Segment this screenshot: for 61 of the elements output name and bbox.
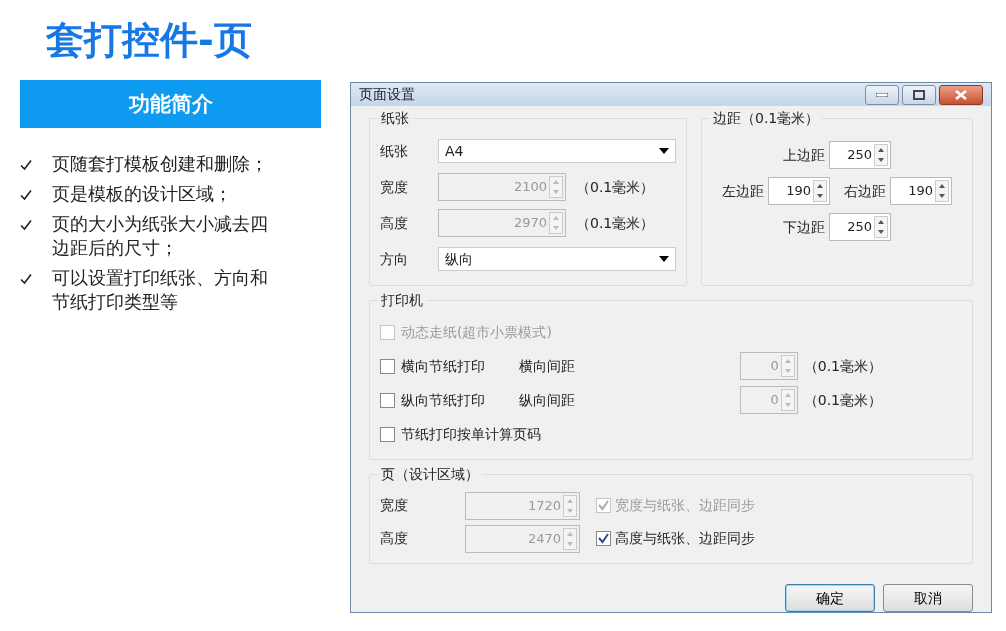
checkbox-label: 高度与纸张、边距同步: [615, 529, 755, 548]
group-title: 页（设计区域）: [378, 465, 482, 483]
checkbox-label: 横向节纸打印: [401, 356, 486, 376]
dropdown[interactable]: A4: [438, 139, 676, 163]
field-label: 高度: [380, 213, 409, 233]
maximize-icon: [913, 89, 925, 100]
field-label: 高度: [380, 529, 409, 548]
field-label: 横向间距: [519, 356, 576, 376]
field-label: 右边距: [844, 181, 886, 201]
slide-title: 套打控件-页: [46, 17, 253, 64]
ok-button[interactable]: 确定: [785, 584, 875, 612]
spin-arrows-icon[interactable]: [935, 180, 949, 202]
check-icon: [20, 219, 32, 231]
spin-field[interactable]: 250: [829, 141, 891, 169]
bullet-text: 页随套打模板创建和删除；: [52, 152, 269, 176]
field-label: 纵向间距: [519, 390, 576, 410]
section-header: 功能简介: [20, 80, 321, 128]
caret-icon: [659, 256, 669, 262]
checkbox[interactable]: [380, 392, 395, 408]
checkbox-label: 动态走纸(超市小票模式): [401, 322, 552, 342]
spin-arrows-icon[interactable]: [874, 144, 888, 166]
close-button[interactable]: [939, 84, 983, 105]
check-icon: [20, 273, 32, 285]
close-icon: [955, 89, 967, 100]
field-label: 方向: [380, 249, 409, 269]
bullet-text: 页是模板的设计区域；: [52, 182, 233, 206]
checkbox-label: 节纸打印按单计算页码: [401, 424, 541, 444]
dropdown[interactable]: 纵向: [438, 247, 676, 271]
cancel-button[interactable]: 取消: [883, 584, 973, 612]
unit-label: （0.1毫米）: [576, 177, 655, 197]
caret-icon: [659, 148, 669, 154]
field-label: 上边距: [783, 145, 825, 165]
minimize-icon: [876, 92, 888, 97]
bullet-text: 页的大小为纸张大小减去四边距后的尺寸；: [52, 212, 269, 260]
group-title: 打印机: [378, 291, 426, 309]
checkbox[interactable]: [380, 426, 395, 442]
maximize-button[interactable]: [902, 84, 936, 105]
spin-field[interactable]: 190: [890, 177, 952, 205]
field-label: 宽度: [380, 496, 409, 515]
unit-label: （0.1毫米）: [803, 390, 882, 410]
checkbox[interactable]: [380, 358, 395, 374]
checkbox-label: 纵向节纸打印: [401, 390, 486, 410]
group-title: 纸张: [378, 109, 412, 127]
field-label: 下边距: [783, 217, 825, 237]
field-label: 左边距: [722, 181, 764, 201]
unit-label: （0.1毫米）: [803, 356, 882, 376]
check-icon: [20, 159, 32, 171]
spin-arrows-icon[interactable]: [874, 216, 888, 238]
spin-field[interactable]: 190: [768, 177, 830, 205]
bullet-text: 可以设置打印纸张、方向和节纸打印类型等: [52, 266, 269, 314]
check-mark-icon: [598, 500, 609, 511]
spin-arrows-icon[interactable]: [813, 180, 827, 202]
window-title: 页面设置: [359, 85, 416, 104]
group-title: 边距（0.1毫米）: [710, 109, 823, 127]
unit-label: （0.1毫米）: [576, 213, 655, 233]
field-label: 纸张: [380, 141, 409, 161]
field-label: 宽度: [380, 177, 409, 197]
check-icon: [20, 189, 32, 201]
spin-field[interactable]: 250: [829, 213, 891, 241]
check-mark-icon: [598, 533, 609, 544]
checkbox-label: 宽度与纸张、边距同步: [615, 496, 755, 515]
